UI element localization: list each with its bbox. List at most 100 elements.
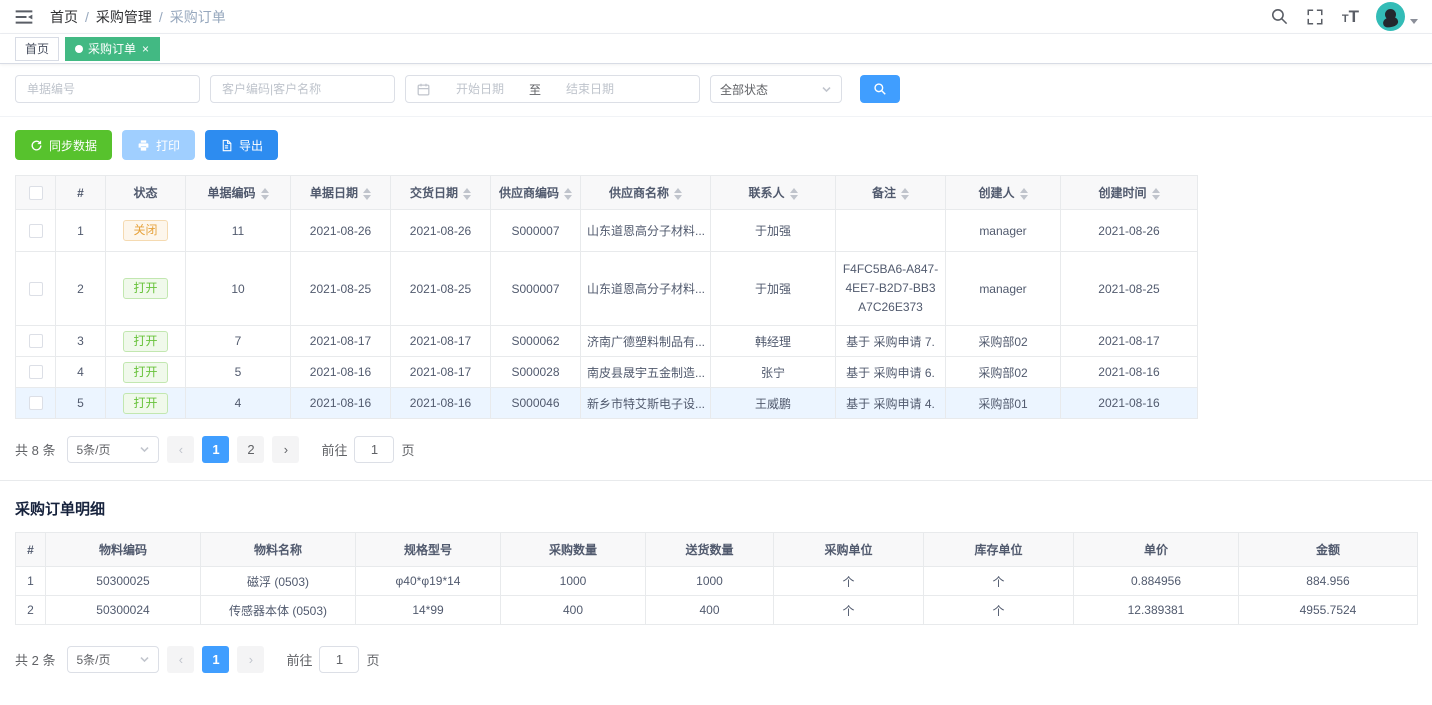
page-button-1[interactable]: 1 (202, 436, 229, 463)
active-tab-dot-icon (75, 45, 83, 53)
status-select[interactable]: 全部状态 (710, 75, 842, 103)
row-checkbox[interactable] (29, 224, 43, 238)
purchase-order-table: # 状态 单据编码 单据日期 交货日期 供应商编码 供应商名称 联系人 备注 创… (15, 175, 1198, 419)
breadcrumb-separator: / (159, 9, 163, 25)
detail-table-row[interactable]: 2 50300024 传感器本体 (0503) 14*99 400 400 个 … (16, 596, 1418, 625)
table-row[interactable]: 3 打开 7 2021-08-17 2021-08-17 S000062 济南广… (16, 326, 1198, 357)
breadcrumb-home[interactable]: 首页 (50, 7, 78, 27)
goto-page-input[interactable] (319, 646, 359, 673)
start-date-input[interactable] (437, 82, 523, 96)
sort-caret-icon[interactable] (463, 188, 471, 200)
printer-icon (137, 139, 150, 152)
page-size-select[interactable]: 5条/页 (67, 436, 159, 463)
page-size-value: 5条/页 (76, 651, 110, 668)
tab-home[interactable]: 首页 (15, 37, 59, 61)
refresh-icon (30, 139, 43, 152)
breadcrumb-current: 采购订单 (170, 7, 226, 27)
chevron-down-icon (139, 444, 150, 455)
detail-pagination: 共 2 条 5条/页 ‹ 1 › 前往 页 (15, 646, 1417, 673)
date-separator-label: 至 (529, 81, 541, 98)
sidebar-toggle-icon[interactable] (14, 7, 34, 27)
sort-caret-icon[interactable] (790, 188, 798, 200)
sort-caret-icon[interactable] (564, 188, 572, 200)
page-size-select[interactable]: 5条/页 (67, 646, 159, 673)
user-menu[interactable] (1376, 2, 1418, 31)
sort-caret-icon[interactable] (363, 188, 371, 200)
col-create-time[interactable]: 创建时间 (1061, 176, 1198, 210)
status-badge: 关闭 (123, 220, 167, 241)
order-pagination: 共 8 条 5条/页 ‹ 1 2 › 前往 页 (15, 436, 1417, 463)
total-count-label: 共 2 条 (15, 650, 55, 669)
page-unit-label: 页 (366, 650, 379, 669)
print-button[interactable]: 打印 (122, 130, 195, 160)
col-supplier-code[interactable]: 供应商编码 (491, 176, 581, 210)
font-size-icon[interactable]: TT (1342, 8, 1359, 25)
page-button-2[interactable]: 2 (237, 436, 264, 463)
col-remark[interactable]: 备注 (836, 176, 946, 210)
end-date-input[interactable] (547, 82, 633, 96)
sort-caret-icon[interactable] (901, 188, 909, 200)
tags-view-bar: 首页 采购订单 × (0, 34, 1432, 64)
col-supplier-name[interactable]: 供应商名称 (581, 176, 711, 210)
row-checkbox[interactable] (29, 282, 43, 296)
row-checkbox[interactable] (29, 334, 43, 348)
prev-page-button[interactable]: ‹ (167, 436, 194, 463)
avatar[interactable] (1376, 2, 1405, 31)
breadcrumb-separator: / (85, 9, 89, 25)
tab-purchase-order[interactable]: 采购订单 × (65, 37, 160, 61)
row-checkbox[interactable] (29, 365, 43, 379)
document-icon (220, 139, 233, 152)
search-icon[interactable] (1270, 7, 1289, 26)
table-row-selected[interactable]: 5 打开 4 2021-08-16 2021-08-16 S000046 新乡市… (16, 388, 1198, 419)
col-doc-code[interactable]: 单据编码 (186, 176, 291, 210)
sort-caret-icon[interactable] (1152, 188, 1160, 200)
date-range-picker[interactable]: 至 (405, 75, 700, 103)
search-button[interactable] (860, 75, 900, 103)
export-button[interactable]: 导出 (205, 130, 278, 160)
status-badge: 打开 (123, 362, 167, 383)
status-badge: 打开 (123, 278, 167, 299)
print-label: 打印 (156, 137, 180, 154)
goto-label: 前往 (321, 440, 347, 459)
prev-page-button[interactable]: ‹ (167, 646, 194, 673)
col-delivery-qty: 送货数量 (646, 533, 774, 567)
page-size-value: 5条/页 (76, 441, 110, 458)
close-icon[interactable]: × (141, 43, 150, 55)
table-row[interactable]: 4 打开 5 2021-08-16 2021-08-17 S000028 南皮县… (16, 357, 1198, 388)
col-delivery-date[interactable]: 交货日期 (391, 176, 491, 210)
sort-caret-icon[interactable] (261, 188, 269, 200)
fullscreen-icon[interactable] (1306, 7, 1325, 26)
breadcrumb-purchase-mgmt[interactable]: 采购管理 (96, 7, 152, 27)
select-all-checkbox[interactable] (29, 186, 43, 200)
filter-bar: 至 全部状态 (0, 64, 1432, 117)
sort-caret-icon[interactable] (674, 188, 682, 200)
col-material-code: 物料编码 (46, 533, 201, 567)
doc-no-input[interactable] (15, 75, 200, 103)
next-page-button[interactable]: › (272, 436, 299, 463)
status-badge: 打开 (123, 393, 167, 414)
col-status: 状态 (106, 176, 186, 210)
navbar-right-tools: TT (1270, 2, 1418, 31)
total-count-label: 共 8 条 (15, 440, 55, 459)
col-index: # (56, 176, 106, 210)
detail-table-row[interactable]: 1 50300025 磁浮 (0503) φ40*φ19*14 1000 100… (16, 567, 1418, 596)
col-stock-unit: 库存单位 (924, 533, 1074, 567)
top-navbar: 首页 / 采购管理 / 采购订单 TT (0, 0, 1432, 34)
sort-caret-icon[interactable] (1020, 188, 1028, 200)
page-button-1[interactable]: 1 (202, 646, 229, 673)
row-checkbox[interactable] (29, 396, 43, 410)
goto-page-input[interactable] (354, 436, 394, 463)
col-contact[interactable]: 联系人 (711, 176, 836, 210)
table-row[interactable]: 2 打开 10 2021-08-25 2021-08-25 S000007 山东… (16, 252, 1198, 326)
col-doc-date[interactable]: 单据日期 (291, 176, 391, 210)
col-spec-model: 规格型号 (356, 533, 501, 567)
goto-label: 前往 (286, 650, 312, 669)
toolbar: 同步数据 打印 导出 (15, 130, 1417, 160)
col-creator[interactable]: 创建人 (946, 176, 1061, 210)
next-page-button[interactable]: › (237, 646, 264, 673)
order-detail-table: # 物料编码 物料名称 规格型号 采购数量 送货数量 采购单位 库存单位 单价 … (15, 532, 1418, 625)
customer-input[interactable] (210, 75, 395, 103)
sync-data-button[interactable]: 同步数据 (15, 130, 112, 160)
col-unit-price: 单价 (1074, 533, 1239, 567)
table-row[interactable]: 1 关闭 11 2021-08-26 2021-08-26 S000007 山东… (16, 210, 1198, 252)
